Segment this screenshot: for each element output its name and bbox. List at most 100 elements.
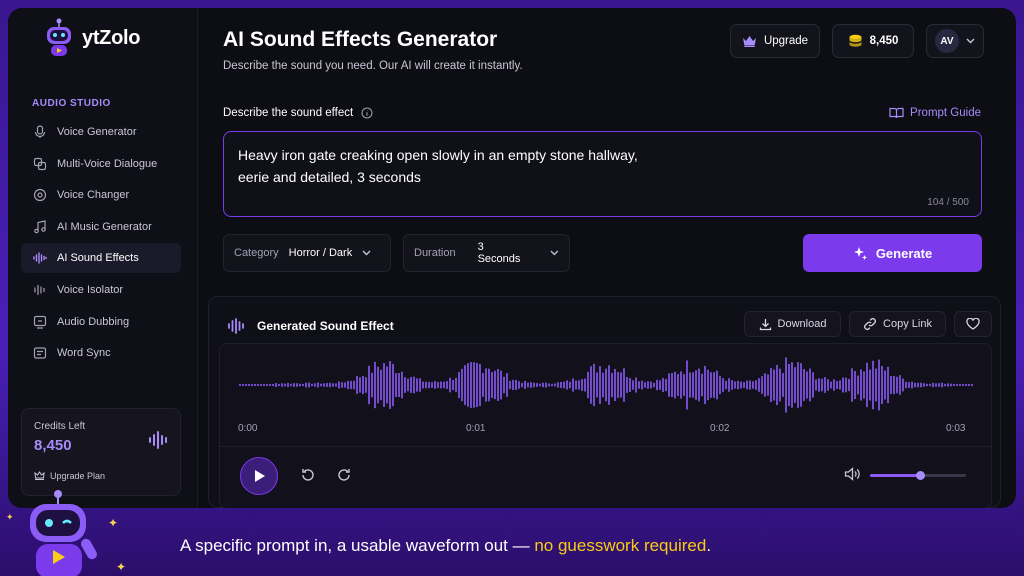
sidebar-item-voice-isolator[interactable]: Voice Isolator	[21, 275, 181, 305]
heart-icon	[966, 318, 980, 330]
waveform[interactable]	[238, 352, 975, 418]
copy-link-label: Copy Link	[883, 318, 932, 330]
credits-count: 8,450	[869, 35, 899, 47]
soundwave-icon	[149, 431, 167, 449]
sparkle-icon	[853, 246, 867, 260]
time-tick: 0:01	[466, 423, 486, 434]
category-value: Horror / Dark	[288, 247, 353, 259]
copy-link-button[interactable]: Copy Link	[849, 311, 946, 337]
favorite-button[interactable]	[954, 311, 992, 337]
sidebar-item-label: Voice Generator	[57, 126, 137, 138]
sidebar-item-voice-changer[interactable]: Voice Changer	[21, 180, 181, 210]
play-icon	[254, 470, 265, 482]
word-sync-icon	[33, 347, 47, 359]
sidebar-item-word-sync[interactable]: Word Sync	[21, 338, 181, 368]
time-tick: 0:02	[710, 423, 730, 434]
sidebar-item-label: AI Sound Effects	[57, 252, 139, 265]
crown-icon	[742, 36, 756, 47]
avatar: AV	[935, 29, 959, 53]
sparkle-icon: ✦	[6, 512, 14, 522]
divider	[220, 446, 991, 447]
volume-thumb[interactable]	[916, 471, 926, 480]
section-label: AUDIO STUDIO	[32, 98, 111, 109]
robot-logo-icon	[47, 18, 71, 56]
logo[interactable]: ytZolo	[42, 18, 141, 58]
prompt-label: Describe the sound effect	[223, 107, 373, 119]
sidebar-item-audio-dubbing[interactable]: Audio Dubbing	[21, 307, 181, 337]
upgrade-button[interactable]: Upgrade	[730, 24, 820, 58]
sidebar-item-voice-generator[interactable]: Voice Generator	[21, 117, 181, 147]
music-note-icon	[34, 220, 46, 234]
people-icon	[33, 157, 47, 170]
volume-fill	[870, 474, 921, 477]
page-title: AI Sound Effects Generator	[223, 28, 498, 51]
voice-changer-icon	[33, 189, 47, 202]
sidebar-item-label: Multi-Voice Dialogue	[57, 157, 158, 170]
generate-label: Generate	[875, 245, 933, 261]
category-select[interactable]: Category Horror / Dark	[223, 234, 391, 272]
char-count: 104 / 500	[927, 197, 969, 208]
credits-value: 8,450	[34, 437, 72, 454]
duration-value: 3 Seconds	[477, 241, 521, 265]
chevron-down-icon	[362, 250, 371, 256]
soundwave-icon	[228, 318, 244, 334]
sidebar-item-multi-voice-dialogue[interactable]: Multi-Voice Dialogue	[21, 149, 181, 179]
caption-end: .	[706, 536, 712, 555]
coins-icon	[849, 34, 862, 47]
credits-button[interactable]: 8,450	[832, 24, 914, 58]
sidebar-item-ai-music-generator[interactable]: AI Music Generator	[21, 212, 181, 242]
result-panel: Generated Sound Effect Download Copy Lin…	[208, 296, 1001, 508]
caption: A specific prompt in, a usable waveform …	[180, 536, 711, 556]
info-icon[interactable]	[361, 107, 373, 119]
download-button[interactable]: Download	[744, 311, 841, 337]
app-window: ytZolo AUDIO STUDIO Voice Generator Mult…	[8, 8, 1016, 508]
prompt-guide-label: Prompt Guide	[910, 107, 981, 119]
sidebar: ytZolo AUDIO STUDIO Voice Generator Mult…	[8, 8, 198, 508]
play-button[interactable]	[240, 457, 278, 495]
duration-select[interactable]: Duration 3 Seconds	[403, 234, 570, 272]
account-menu[interactable]: AV	[926, 24, 984, 58]
prompt-guide-link[interactable]: Prompt Guide	[889, 107, 981, 119]
prompt-label-text: Describe the sound effect	[223, 107, 354, 119]
link-icon	[864, 318, 876, 330]
download-icon	[759, 318, 771, 330]
sparkle-icon: ✦	[116, 560, 127, 574]
robot-mascot-icon	[30, 490, 97, 576]
chevron-down-icon	[550, 250, 559, 256]
dubbing-icon	[33, 315, 47, 329]
forward-icon[interactable]	[336, 467, 352, 483]
sidebar-item-ai-sound-effects[interactable]: AI Sound Effects	[21, 243, 181, 274]
download-label: Download	[777, 318, 827, 330]
volume-icon[interactable]	[844, 467, 861, 481]
app-name: ytZolo	[82, 26, 141, 49]
rewind-icon[interactable]	[300, 467, 316, 483]
upgrade-plan-label: Upgrade Plan	[50, 471, 106, 481]
sidebar-nav: Voice Generator Multi-Voice Dialogue Voi…	[21, 117, 181, 370]
waveform-player: 0:00 0:01 0:02 0:03	[219, 343, 992, 508]
credits-label: Credits Left	[34, 421, 86, 432]
soundwave-icon	[33, 252, 47, 265]
caption-highlight: no guesswork required	[534, 536, 707, 555]
duration-label: Duration	[414, 247, 456, 259]
category-label: Category	[234, 247, 279, 259]
book-icon	[889, 107, 904, 119]
caption-text: A specific prompt in, a usable waveform …	[180, 536, 535, 555]
sidebar-item-label: Voice Changer	[57, 189, 130, 202]
chevron-down-icon	[966, 38, 975, 44]
volume-slider[interactable]	[870, 471, 966, 480]
main-content: AI Sound Effects Generator Describe the …	[198, 8, 1016, 508]
credits-card: Credits Left 8,450 Upgrade Plan	[21, 408, 181, 496]
sidebar-item-label: Word Sync	[57, 347, 111, 360]
isolator-wave-icon	[34, 284, 45, 296]
time-tick: 0:00	[238, 423, 258, 434]
sidebar-item-label: Audio Dubbing	[57, 315, 130, 328]
result-title: Generated Sound Effect	[257, 319, 394, 333]
page-subtitle: Describe the sound you need. Our AI will…	[223, 60, 523, 72]
prompt-input[interactable]: Heavy iron gate creaking open slowly in …	[223, 131, 982, 217]
time-tick: 0:03	[946, 423, 966, 434]
generate-button[interactable]: Generate	[803, 234, 982, 272]
upgrade-plan-link[interactable]: Upgrade Plan	[34, 471, 105, 481]
sparkle-icon: ✦	[108, 516, 119, 530]
microphone-icon	[34, 125, 46, 138]
sidebar-item-label: AI Music Generator	[57, 220, 152, 233]
